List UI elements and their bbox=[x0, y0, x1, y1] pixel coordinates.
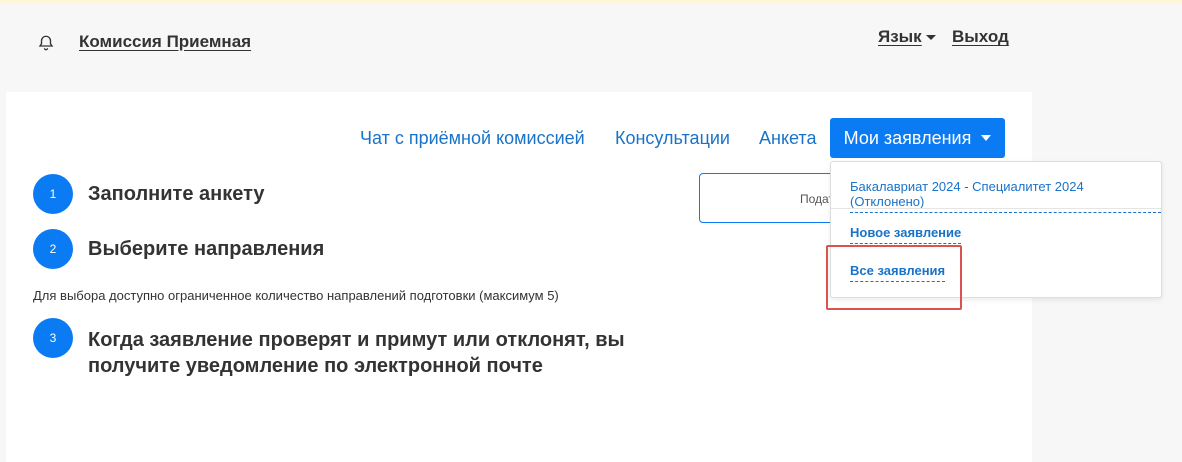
highlight-box bbox=[826, 245, 962, 310]
brand-link[interactable]: Комиссия Приемная bbox=[79, 32, 251, 52]
nav-consultations-link[interactable]: Консультации bbox=[615, 128, 730, 149]
step-title-3: Когда заявление проверят и примут или от… bbox=[88, 329, 625, 377]
caret-down-icon bbox=[925, 35, 936, 40]
step-title-1: Заполните анкету bbox=[88, 183, 265, 205]
my-applications-button[interactable]: Мои заявления bbox=[830, 118, 1005, 158]
nav-chat-link[interactable]: Чат с приёмной комиссией bbox=[360, 128, 585, 149]
step-number-2: 2 bbox=[33, 229, 73, 269]
dropdown-item-new-application[interactable]: Новое заявление bbox=[850, 225, 962, 244]
directions-note: Для выбора доступно ограниченное количес… bbox=[33, 288, 559, 303]
logout-link[interactable]: Выход bbox=[952, 27, 1009, 47]
my-applications-label: Мои заявления bbox=[843, 127, 972, 148]
step-title-2: Выберите направления bbox=[88, 238, 325, 260]
caret-down-icon bbox=[981, 135, 992, 141]
nav-form-link[interactable]: Анкета bbox=[759, 128, 817, 149]
step-number-3: 3 bbox=[33, 318, 73, 358]
language-dropdown[interactable]: Язык bbox=[878, 27, 936, 47]
submit-label: Подат bbox=[800, 192, 834, 206]
bell-icon[interactable] bbox=[37, 34, 55, 52]
language-label: Язык bbox=[878, 27, 922, 46]
dropdown-divider bbox=[831, 208, 1161, 209]
step-number-1: 1 bbox=[33, 174, 73, 214]
